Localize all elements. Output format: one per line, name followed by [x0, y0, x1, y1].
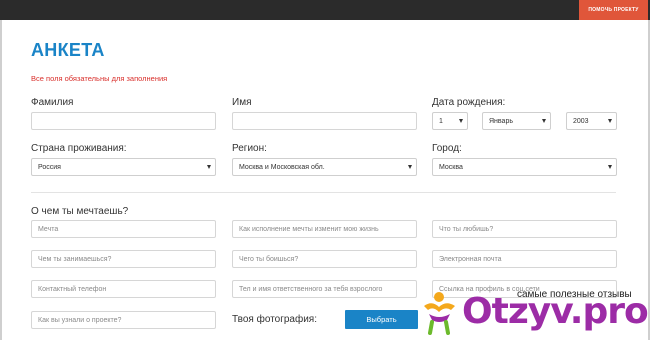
fear-field[interactable]: Чего ты боишься? — [232, 250, 417, 268]
city-select[interactable]: Москва — [432, 158, 617, 176]
help-project-button[interactable]: помочь проекту — [579, 0, 648, 20]
birth-year-select[interactable]: 2003 — [566, 112, 617, 130]
surname-label: Фамилия — [31, 97, 74, 108]
city-label: Город: — [432, 143, 462, 154]
required-notice: Все поля обязательны для заполнения — [31, 74, 168, 83]
name-label: Имя — [232, 97, 252, 108]
source-field[interactable]: Как вы узнали о проекте? — [31, 311, 216, 329]
birth-month-value: Январь — [489, 117, 513, 125]
chevron-down-icon — [459, 119, 463, 123]
left-border — [0, 20, 2, 340]
love-field[interactable]: Что ты любишь? — [432, 220, 617, 238]
phone-field[interactable]: Контактный телефон — [31, 280, 216, 298]
dream-label: О чем ты мечтаешь? — [31, 206, 129, 217]
section-divider — [31, 192, 616, 193]
watermark-figure-icon — [424, 292, 455, 335]
birth-day-select[interactable]: 1 — [432, 112, 468, 130]
chevron-down-icon — [608, 119, 612, 123]
form-title: АНКЕТА — [31, 40, 105, 60]
chevron-down-icon — [608, 165, 612, 169]
occupation-field[interactable]: Чем ты занимаешься? — [31, 250, 216, 268]
region-select[interactable]: Москва и Московская обл. — [232, 158, 417, 176]
dream-field[interactable]: Мечта — [31, 220, 216, 238]
region-label: Регион: — [232, 143, 267, 154]
choose-photo-button[interactable]: Выбрать — [345, 310, 418, 329]
top-bar: помочь проекту — [0, 0, 650, 20]
country-select[interactable]: Россия — [31, 158, 216, 176]
birth-day-value: 1 — [439, 117, 443, 125]
birth-year-value: 2003 — [573, 117, 589, 125]
chevron-down-icon — [207, 165, 211, 169]
name-field[interactable] — [232, 112, 417, 130]
guardian-field[interactable]: Тел и имя ответственного за тебя взросло… — [232, 280, 417, 298]
chevron-down-icon — [542, 119, 546, 123]
dream-change-field[interactable]: Как исполнение мечты изменит мою жизнь — [232, 220, 417, 238]
region-value: Москва и Московская обл. — [239, 163, 325, 171]
country-label: Страна проживания: — [31, 143, 127, 154]
city-value: Москва — [439, 163, 463, 171]
photo-label: Твоя фотография: — [232, 314, 317, 325]
birth-date-label: Дата рождения: — [432, 97, 506, 108]
watermark-logo: Otzyv.pro — [462, 291, 649, 332]
chevron-down-icon — [408, 165, 412, 169]
country-value: Россия — [38, 163, 61, 171]
surname-field[interactable] — [31, 112, 216, 130]
email-field[interactable]: Электронная почта — [432, 250, 617, 268]
birth-month-select[interactable]: Январь — [482, 112, 551, 130]
